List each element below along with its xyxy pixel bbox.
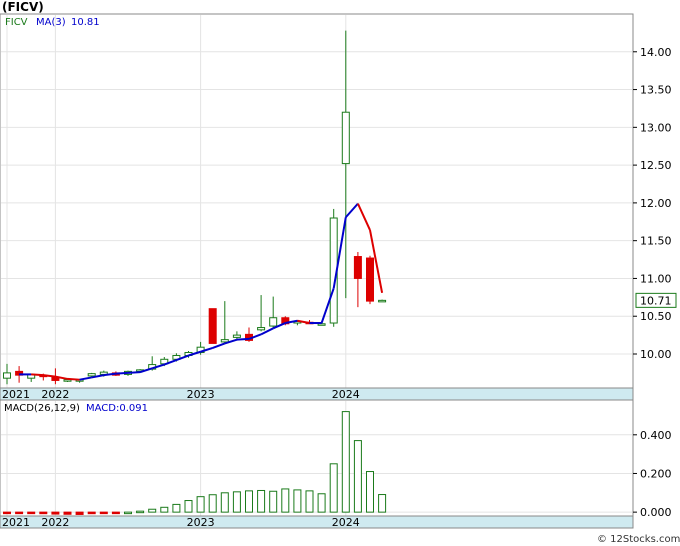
price-panel: 10.00 10.50 11.00 11.50 12.00 12.50 13.00 13.50… [0,13,677,401]
macd-legend-value: MACD:0.091 [86,403,148,414]
macd-bar [184,500,193,513]
macd-bar [15,511,24,515]
macd-bar [208,494,217,513]
ma-segment [67,377,80,381]
candle [208,308,217,344]
price-tick-label: 11.00 [640,272,672,285]
ma-segment [127,371,141,374]
macd-bar [196,496,205,513]
price-date-label: 2022 [41,388,69,401]
candle-body [208,308,217,344]
macd-bar [136,510,145,514]
macd-bar [281,488,290,513]
macd-date-label: 2021 [2,516,30,529]
ma-segment [115,371,129,375]
macd-legend: MACD(26,12,9) MACD:0.091 [4,403,148,414]
candle [378,299,387,303]
chart-title: (FICV) [2,0,44,14]
candle [329,208,338,327]
macd-bar [111,511,120,515]
macd-bar [329,463,338,513]
macd-bar [378,494,387,513]
macd-bar [39,511,48,515]
macd-bar [257,489,266,513]
macd-bar [87,511,96,515]
macd-bar [63,511,72,515]
price-tick-label: 14.00 [640,46,672,59]
candle [366,255,374,305]
price-tick-label: 13.00 [640,121,672,134]
price-tick-label: 10.00 [640,348,672,361]
price-tick-label: 11.50 [640,235,672,248]
price-date-label: 2021 [2,388,30,401]
macd-date-label: 2023 [187,516,215,529]
price-date-label: 2024 [332,388,360,401]
candle-body [269,317,278,327]
macd-date-label: 2022 [41,516,69,529]
macd-bar [341,411,350,513]
macd-bar [269,490,278,513]
site-credit: © 12Stocks.com [597,534,680,545]
macd-bar [160,506,169,513]
candle-body [232,334,241,338]
last-price-tag: 10.71 [635,292,677,308]
macd-panel-frame [0,399,634,517]
price-y-axis: 10.00 10.50 11.00 11.50 12.00 12.50 13.00 13.50… [633,46,672,361]
legend-ma-label: MA(3) [36,17,66,28]
candle-body [341,111,350,165]
candle-body [3,372,11,379]
macd-bar [99,511,108,515]
candle-body [353,256,362,279]
macd-bar [245,490,253,513]
candle-body [220,339,229,343]
macd-bar [317,493,326,513]
price-date-label: 2023 [187,388,215,401]
macd-bar [220,492,229,513]
price-tick-label: 13.50 [640,84,672,97]
candle-body [366,257,374,302]
macd-bar [148,508,157,513]
macd-bar [305,490,314,513]
price-tick-label: 12.00 [640,197,672,210]
candle-body [378,299,387,303]
candle-body [87,373,96,377]
price-date-axis-band [0,387,634,401]
price-panel-frame [0,13,634,389]
price-tick-label: 12.50 [640,159,672,172]
stock-chart: (FICV) 10.00 10.50 11.00 11.50 12.00 12.50 13.… [0,0,680,545]
macd-bar [366,471,374,513]
candle-body [257,327,266,331]
macd-bar [232,491,241,513]
price-tick-label: 10.50 [640,310,672,323]
macd-panel: 0.000 0.200 0.400 2021 2022 2023 2024 MACD(26… [0,399,672,529]
macd-bar [51,511,60,515]
macd-bar [75,511,84,515]
ma-segment [236,337,250,341]
macd-tick-label: 0.000 [640,506,672,519]
macd-tick-label: 0.400 [640,429,672,442]
macd-legend-label: MACD(26,12,9) [4,403,80,414]
macd-y-axis: 0.000 0.200 0.400 [633,429,672,519]
legend-ma-value: 10.81 [71,17,100,28]
ma-segment [31,373,44,377]
macd-bar [353,440,362,513]
macd-date-label: 2024 [332,516,360,529]
macd-tick-label: 0.200 [640,467,672,480]
macd-bar [3,511,11,515]
macd-bar [293,489,302,513]
price-legend: FICV MA(3) 10.81 [5,17,100,28]
legend-ticker: FICV [5,17,28,28]
last-price-label: 10.71 [640,294,672,307]
macd-bar [172,503,181,513]
macd-bar [27,511,36,515]
macd-bar [124,511,132,515]
macd-date-axis-band [0,515,634,529]
